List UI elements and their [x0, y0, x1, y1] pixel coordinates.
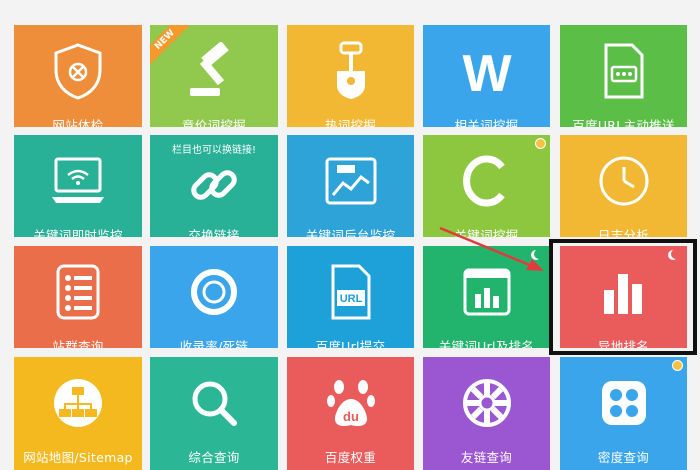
tile-related-word-mining[interactable]: W 相关词挖掘: [423, 25, 550, 127]
tile-label: 百度Url提交: [315, 339, 386, 348]
tile-label: 日志分析: [597, 228, 650, 237]
tile-label: 密度查询: [597, 450, 650, 465]
sitemap-icon: [14, 371, 142, 435]
tile-baidu-url-push[interactable]: 百度URL主动推送: [560, 25, 687, 127]
moon-badge: [534, 249, 544, 259]
tile-label: 关键词后台监控: [305, 228, 396, 237]
url-file-icon: URL: [287, 260, 414, 324]
tile-density-query[interactable]: 密度查询: [560, 357, 687, 470]
tile-label: 交换链接: [188, 228, 240, 237]
list-icon: [14, 260, 142, 324]
tile-label: 网站地图/Sitemap: [23, 450, 133, 465]
tile-label: 友链查询: [460, 450, 513, 465]
svg-text:URL: URL: [339, 293, 362, 305]
wheel-icon: [423, 371, 550, 435]
grid-dots-icon: [560, 371, 687, 435]
tile-label: 竟价词挖掘: [181, 118, 246, 127]
tile-keyword-backend-monitor[interactable]: 关键词后台监控: [287, 135, 414, 237]
moon-badge: [671, 249, 681, 259]
tile-log-analysis[interactable]: 日志分析: [560, 135, 687, 237]
document-push-icon: [560, 39, 687, 103]
c-letter-icon: [423, 149, 550, 213]
monitor-icon: [14, 149, 142, 213]
tile-baidu-url-submit[interactable]: URL 百度Url提交: [287, 246, 414, 348]
svg-text:W: W: [462, 45, 512, 99]
tile-sitemap[interactable]: 网站地图/Sitemap: [14, 357, 142, 470]
shield-bug-icon: [14, 39, 142, 103]
svg-text:du: du: [343, 409, 359, 424]
chain-link-icon: [150, 153, 278, 217]
tile-index-rate-deadlink[interactable]: 收录率/死链: [150, 246, 278, 348]
tile-keyword-url-ranking[interactable]: 关键词Url及排名: [423, 246, 550, 348]
tile-label: 百度URL主动推送: [572, 118, 675, 127]
tile-keyword-realtime-monitor[interactable]: 关键词即时监控: [14, 135, 142, 237]
tile-label: 关键词Url及排名: [438, 339, 535, 348]
tile-label: 关键词挖掘: [454, 228, 519, 237]
tile-friendlink-query[interactable]: 友链查询: [423, 357, 550, 470]
tile-label: 相关词挖掘: [454, 118, 519, 127]
chart-screen-icon: [287, 149, 414, 213]
tile-comprehensive-query[interactable]: 综合查询: [150, 357, 278, 470]
tile-label: 网站体检: [52, 118, 104, 127]
tile-exchange-links[interactable]: 栏目也可以换链接! 交换链接: [150, 135, 278, 237]
tile-keyword-mining[interactable]: 关键词挖掘: [423, 135, 550, 237]
tile-label: 关键词即时监控: [33, 228, 123, 237]
tile-site-group-query[interactable]: 站群查询: [14, 246, 142, 348]
bar-chart-window-icon: [423, 260, 550, 324]
tile-label: 异地排名: [597, 339, 650, 348]
shovel-icon: [287, 39, 414, 103]
tile-hot-word-mining[interactable]: 热词挖掘: [287, 25, 414, 127]
gavel-icon: [150, 39, 278, 103]
clock-icon: [560, 149, 687, 213]
bar-chart-icon: [560, 260, 687, 324]
w-letter-icon: W: [423, 39, 550, 103]
magnifier-icon: [150, 371, 278, 435]
tile-label: 站群查询: [52, 339, 104, 348]
status-dot: [535, 138, 546, 149]
paw-icon: du: [287, 371, 414, 435]
tile-label: 热词挖掘: [324, 118, 377, 127]
tile-site-checkup[interactable]: 网站体检: [14, 25, 142, 127]
status-dot: [672, 360, 683, 371]
tile-label: 收录率/死链: [179, 339, 249, 348]
tile-label: 百度权重: [324, 450, 377, 465]
tile-bid-keyword-mining[interactable]: NEW 竟价词挖掘: [150, 25, 278, 127]
tile-remote-ranking[interactable]: 异地排名: [560, 246, 687, 348]
ring-icon: [150, 260, 278, 324]
tile-baidu-weight[interactable]: du 百度权重: [287, 357, 414, 470]
tile-label: 综合查询: [188, 450, 240, 465]
